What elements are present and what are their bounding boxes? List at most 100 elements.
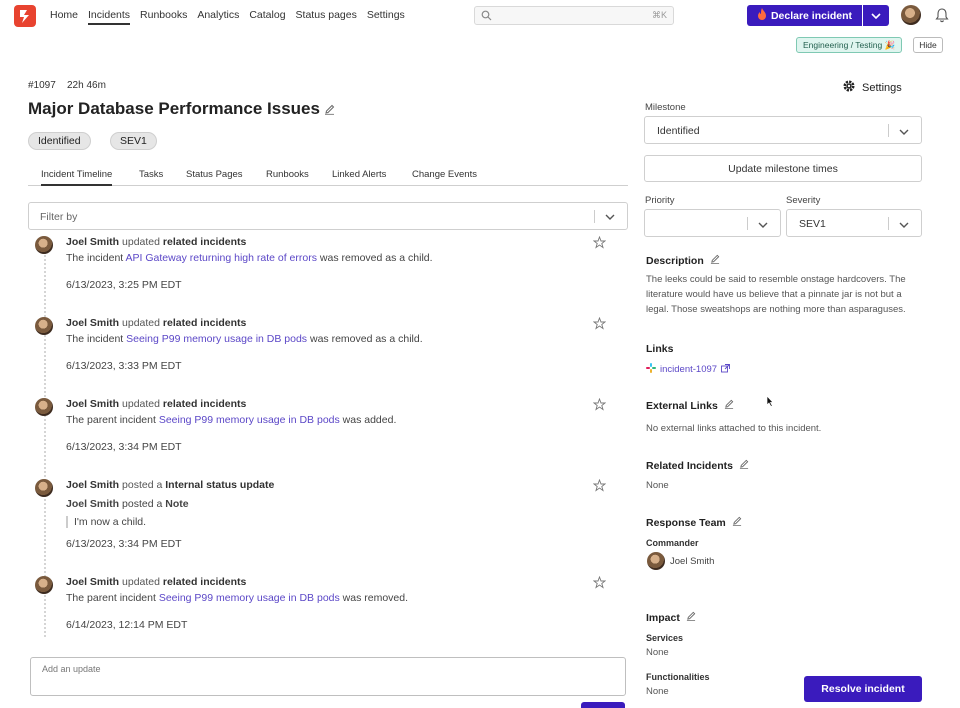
resolve-incident-button[interactable]: Resolve incident xyxy=(804,676,922,702)
page-title: Major Database Performance Issues xyxy=(28,99,320,118)
pencil-icon[interactable] xyxy=(724,399,734,412)
declare-incident-button[interactable]: Declare incident xyxy=(747,5,862,26)
update-placeholder: Add an update xyxy=(42,664,101,674)
nav-incidents[interactable]: Incidents xyxy=(88,9,131,25)
star-icon[interactable] xyxy=(592,397,607,414)
star-icon[interactable] xyxy=(592,575,607,592)
commander-label: Commander xyxy=(646,538,699,548)
declare-options-button[interactable] xyxy=(863,5,889,26)
commander-name[interactable]: Joel Smith xyxy=(670,556,714,567)
slack-channel-link[interactable]: incident-1097 xyxy=(646,363,730,376)
settings-button[interactable]: Settings xyxy=(842,79,902,96)
nav-runbooks[interactable]: Runbooks xyxy=(140,9,187,25)
avatar xyxy=(35,317,53,335)
chevron-down-icon xyxy=(871,10,881,22)
severity-select[interactable]: SEV1 xyxy=(786,209,922,237)
settings-label: Settings xyxy=(862,81,902,94)
star-icon[interactable] xyxy=(592,478,607,495)
search-input[interactable]: ⌘K xyxy=(474,6,674,25)
milestone-value: Identified xyxy=(657,125,700,137)
add-update-input[interactable]: Add an update xyxy=(30,657,626,696)
avatar xyxy=(647,552,665,570)
slack-link-label: incident-1097 xyxy=(660,364,718,375)
severity-value: SEV1 xyxy=(799,218,826,230)
functionalities-value: None xyxy=(646,686,669,697)
tab-status-pages[interactable]: Status Pages xyxy=(186,169,243,184)
tab-change-events[interactable]: Change Events xyxy=(412,169,477,184)
external-links-heading: External Links xyxy=(646,399,734,412)
entry-author: Joel Smith xyxy=(66,479,120,491)
incident-id: #1097 xyxy=(28,80,56,91)
incident-link[interactable]: API Gateway returning high rate of error… xyxy=(126,252,317,264)
pencil-icon[interactable] xyxy=(324,104,335,118)
update-milestone-times-button[interactable]: Update milestone times xyxy=(644,155,922,182)
links-title: Links xyxy=(646,343,674,355)
entry-sub-object: Note xyxy=(165,498,189,510)
entry-action: updated xyxy=(122,236,160,248)
entry-object: Internal status update xyxy=(165,479,275,491)
entry-timestamp: 6/13/2023, 3:34 PM EDT xyxy=(66,538,182,550)
severity-badge: SEV1 xyxy=(110,132,157,150)
nav-status-pages[interactable]: Status pages xyxy=(296,9,357,25)
entry-heading: Joel Smith updated related incidents xyxy=(66,576,246,588)
severity-label: Severity xyxy=(786,195,821,206)
tab-runbooks[interactable]: Runbooks xyxy=(266,169,309,184)
pencil-icon[interactable] xyxy=(710,254,720,267)
entry-body-prefix: The parent incident xyxy=(66,414,159,426)
tab-tasks[interactable]: Tasks xyxy=(139,169,163,184)
entry-body: The incident API Gateway returning high … xyxy=(66,252,433,264)
timeline-filter-select[interactable]: Filter by xyxy=(28,202,628,230)
entry-body-prefix: The incident xyxy=(66,252,126,264)
incident-link[interactable]: Seeing P99 memory usage in DB pods xyxy=(159,592,340,604)
gear-icon xyxy=(842,79,856,96)
priority-select[interactable] xyxy=(644,209,781,237)
external-link-icon xyxy=(721,363,730,376)
declare-incident-label: Declare incident xyxy=(770,9,853,22)
nav-catalog[interactable]: Catalog xyxy=(249,9,285,25)
avatar xyxy=(35,236,53,254)
mouse-cursor-icon xyxy=(766,395,774,410)
incident-link[interactable]: Seeing P99 memory usage in DB pods xyxy=(126,333,307,345)
functionalities-label: Functionalities xyxy=(646,672,710,682)
incident-tabs: Incident Timeline Tasks Status Pages Run… xyxy=(28,168,628,186)
services-value: None xyxy=(646,647,669,658)
fire-icon xyxy=(757,8,767,23)
nav-settings[interactable]: Settings xyxy=(367,9,405,25)
entry-object: related incidents xyxy=(162,317,247,329)
star-icon[interactable] xyxy=(592,316,607,333)
entry-body-prefix: The incident xyxy=(66,333,127,345)
logo-icon[interactable] xyxy=(14,5,36,27)
select-divider xyxy=(747,217,748,230)
entry-heading: Joel Smith updated related incidents xyxy=(66,398,246,410)
tab-linked-alerts[interactable]: Linked Alerts xyxy=(332,169,386,184)
pencil-icon[interactable] xyxy=(732,516,742,529)
incident-link[interactable]: Seeing P99 memory usage in DB pods xyxy=(159,414,340,426)
nav-home[interactable]: Home xyxy=(50,9,78,25)
top-nav: Home Incidents Runbooks Analytics Catalo… xyxy=(0,0,960,32)
entry-object: related incidents xyxy=(162,398,247,410)
nav-analytics[interactable]: Analytics xyxy=(197,9,239,25)
entry-heading: Joel Smith updated related incidents xyxy=(66,236,246,248)
entry-timestamp: 6/13/2023, 3:34 PM EDT xyxy=(66,441,182,453)
pencil-icon[interactable] xyxy=(739,459,749,472)
entry-action: updated xyxy=(122,398,160,410)
hide-button[interactable]: Hide xyxy=(913,37,943,53)
avatar xyxy=(35,479,53,497)
entry-author: Joel Smith xyxy=(66,398,120,410)
chevron-down-icon xyxy=(899,219,909,231)
user-avatar[interactable] xyxy=(901,5,921,25)
pencil-icon[interactable] xyxy=(686,611,696,624)
entry-action: posted a xyxy=(122,479,163,491)
search-shortcut: ⌘K xyxy=(651,10,667,20)
post-update-button[interactable] xyxy=(581,702,625,708)
entry-body-suffix: was added. xyxy=(339,414,397,426)
environment-badge: Engineering / Testing 🎉 xyxy=(796,37,903,53)
milestone-select[interactable]: Identified xyxy=(644,116,922,144)
bell-icon[interactable] xyxy=(935,8,949,26)
slack-icon xyxy=(646,363,656,376)
entry-action: updated xyxy=(122,576,160,588)
avatar xyxy=(35,398,53,416)
tab-incident-timeline[interactable]: Incident Timeline xyxy=(41,169,113,186)
star-icon[interactable] xyxy=(592,235,607,252)
milestone-label: Milestone xyxy=(645,102,686,113)
